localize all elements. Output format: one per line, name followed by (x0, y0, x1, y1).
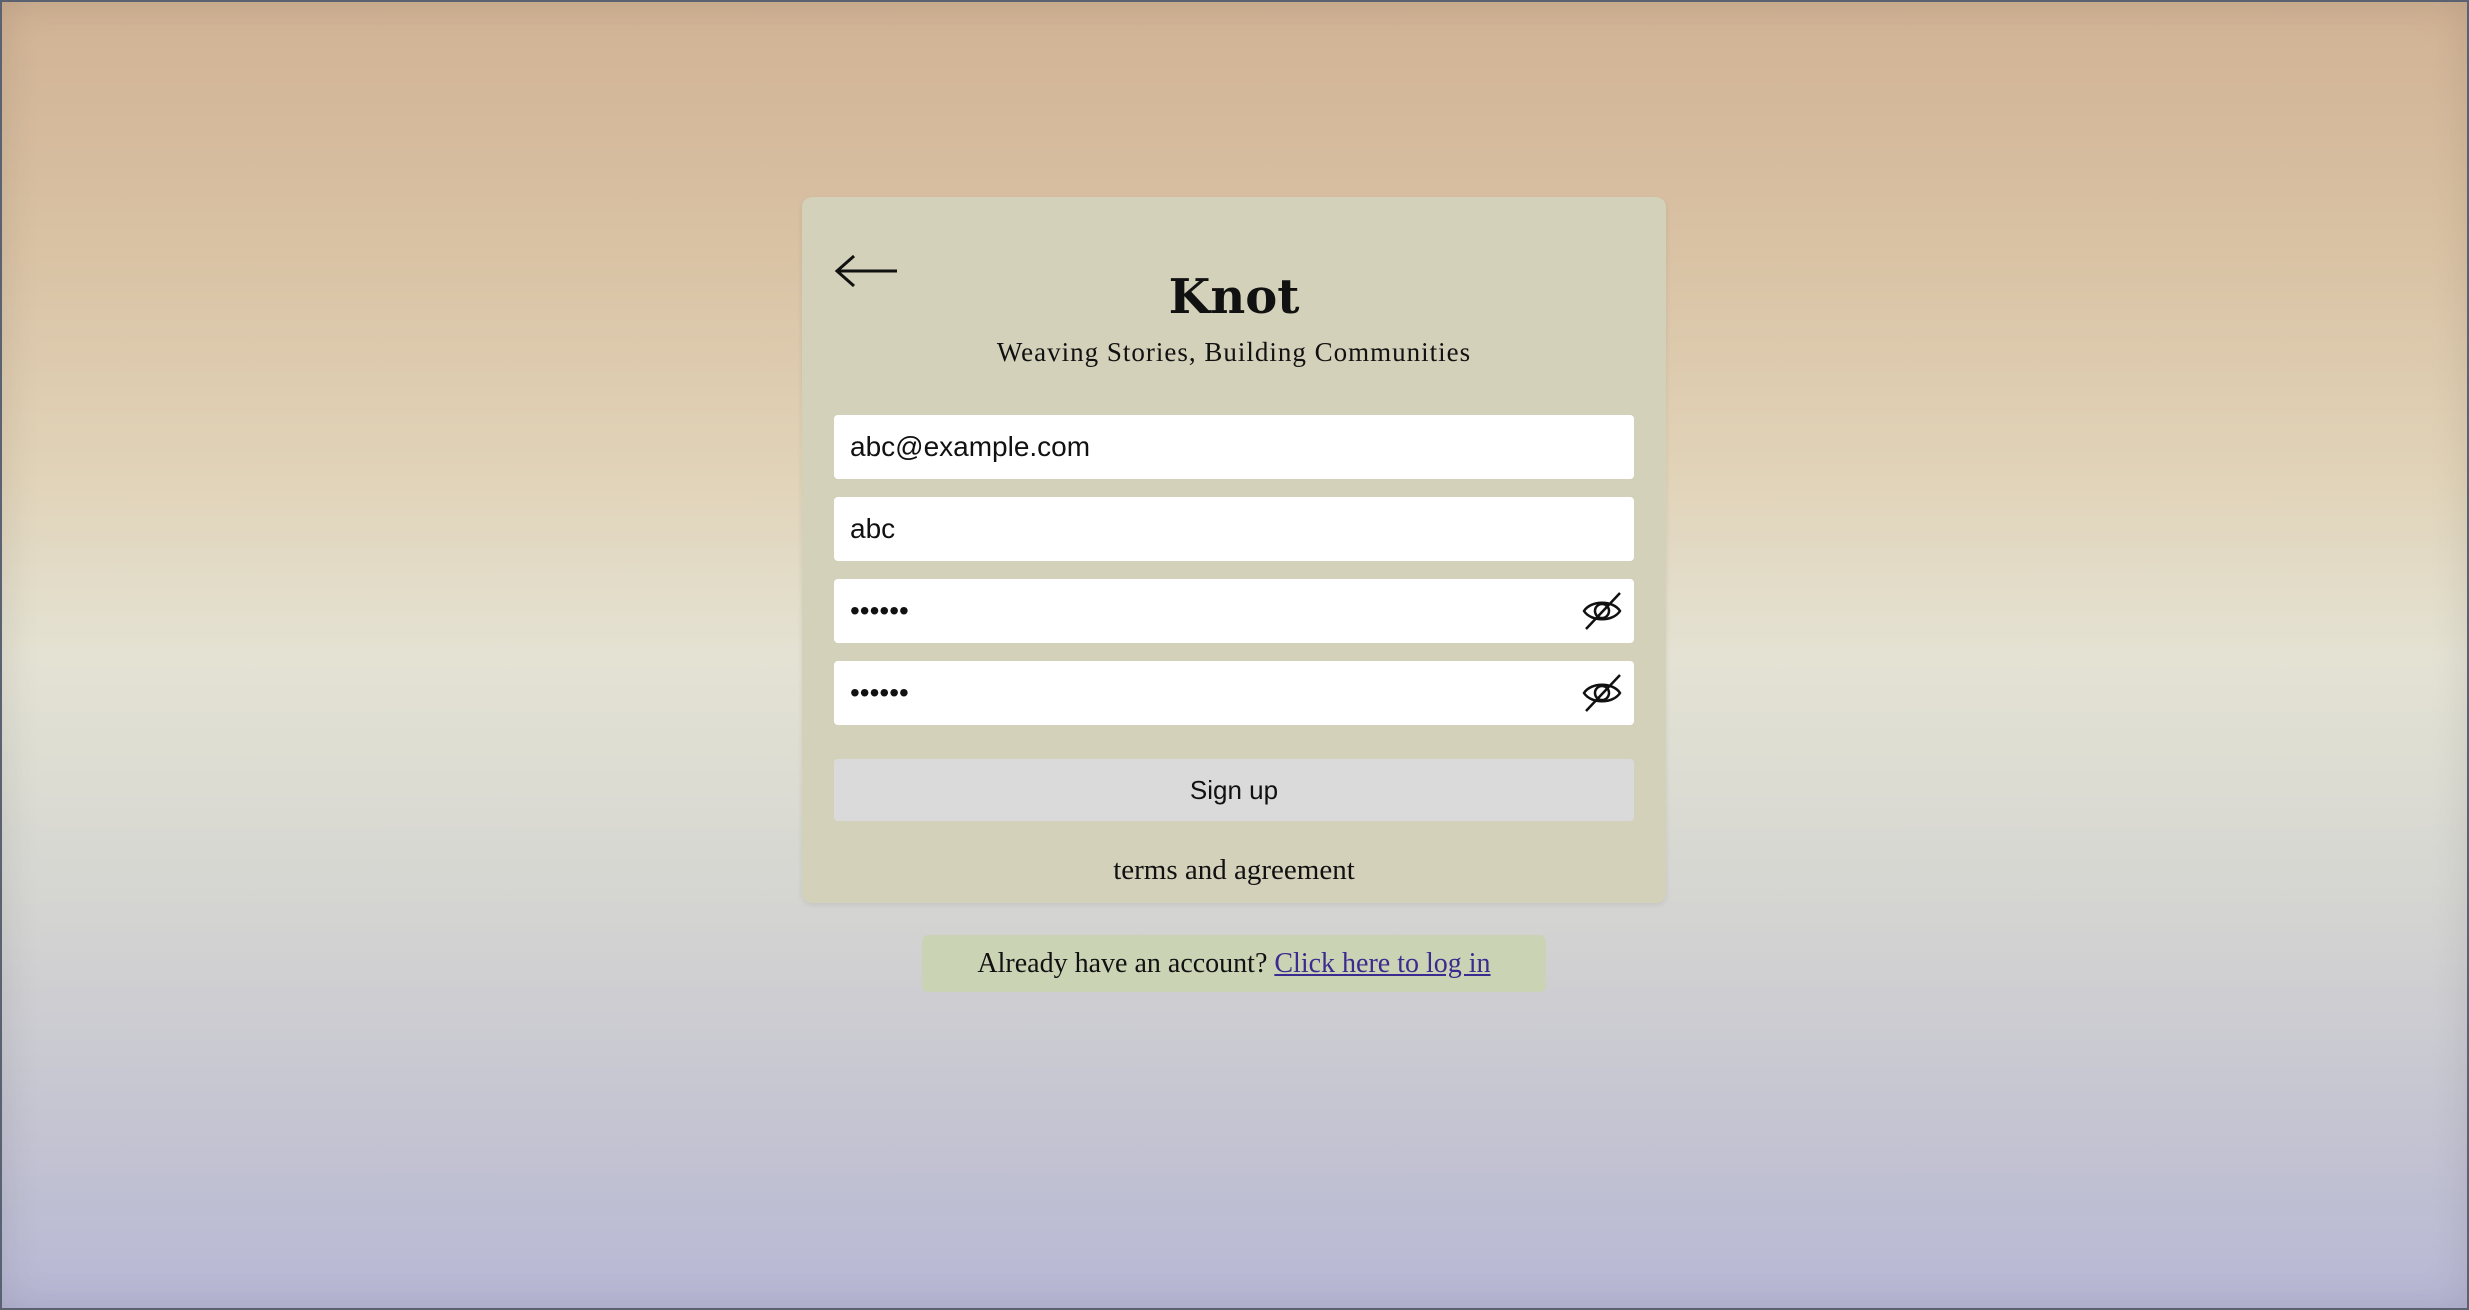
password-input[interactable] (834, 579, 1634, 643)
signup-button[interactable]: Sign up (834, 759, 1634, 821)
terms-link[interactable]: terms and agreement (802, 853, 1666, 887)
app-title: Knot (1168, 269, 1300, 325)
email-input[interactable] (834, 415, 1634, 479)
login-link[interactable]: Click here to log in (1274, 948, 1490, 979)
login-prompt-text: Already have an account? (977, 948, 1268, 979)
signup-card: Knot Weaving Stories, Building Communiti… (802, 197, 1666, 903)
username-input[interactable] (834, 497, 1634, 561)
password-visibility-toggle[interactable] (1580, 589, 1624, 633)
confirm-password-visibility-toggle[interactable] (1580, 671, 1624, 715)
username-field[interactable] (834, 497, 1634, 561)
confirm-password-input[interactable] (834, 661, 1634, 725)
eye-off-icon (1582, 674, 1622, 712)
signup-page: { "app": { "title": "Knot", "tagline": "… (0, 0, 2469, 1310)
confirm-password-field[interactable] (834, 661, 1634, 725)
eye-off-icon (1582, 592, 1622, 630)
login-prompt: Already have an account? Click here to l… (922, 935, 1546, 992)
app-tagline: Weaving Stories, Building Communities (996, 337, 1472, 367)
email-field[interactable] (834, 415, 1634, 479)
password-field[interactable] (834, 579, 1634, 643)
